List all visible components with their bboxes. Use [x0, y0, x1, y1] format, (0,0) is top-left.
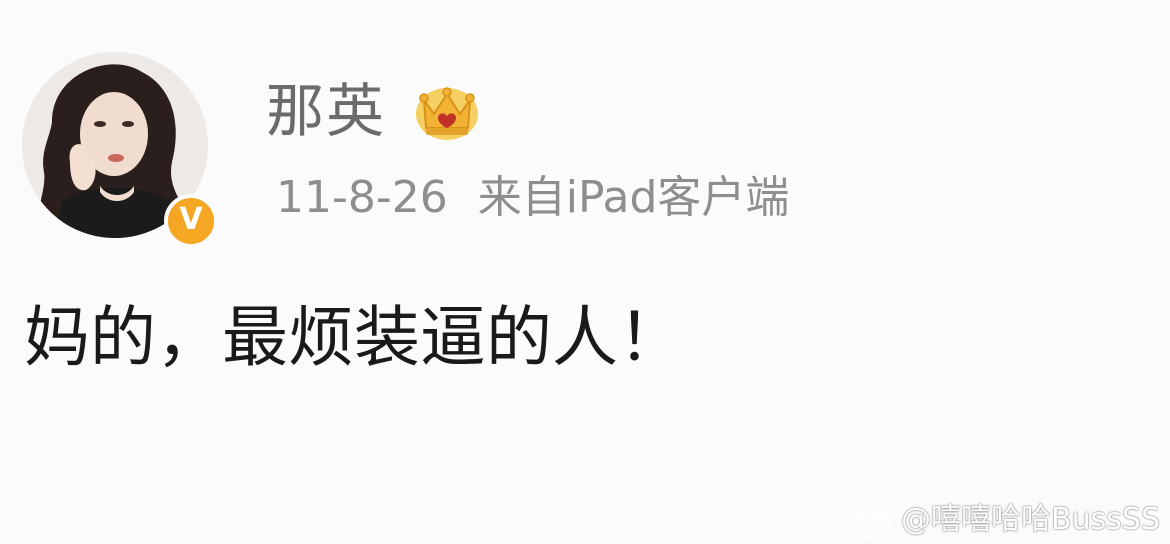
author-name[interactable]: 那英 [266, 78, 386, 144]
verified-badge-label: V [179, 202, 203, 237]
watermark-handle[interactable]: @嘻嘻哈哈BussSS [901, 502, 1160, 538]
weibo-logo-icon [851, 504, 895, 538]
post-source: 来自iPad客户端 [477, 172, 790, 223]
watermark: @嘻嘻哈哈BussSS [851, 502, 1160, 538]
verified-badge: V [164, 194, 218, 248]
crown-icon[interactable] [414, 80, 480, 142]
post-meta: 11-8-26 来自iPad客户端 [276, 170, 789, 226]
post-text: 妈的，最烦装逼的人！ [24, 299, 684, 376]
weibo-post: V 那英 11-8-26 来自iPad客户端 妈的，最烦装逼的人！ @嘻嘻哈哈Bu… [0, 0, 1170, 544]
post-date[interactable]: 11-8-26 [276, 172, 448, 223]
author-avatar-container[interactable]: V [22, 52, 218, 248]
